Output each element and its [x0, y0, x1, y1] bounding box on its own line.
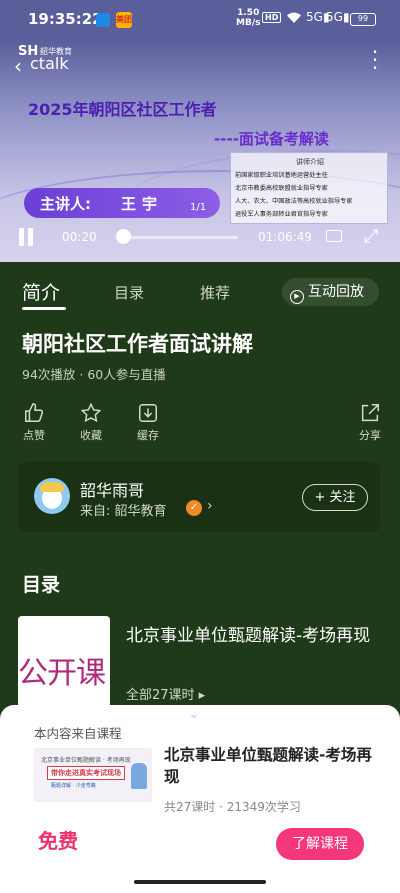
verified-badge-icon: ✓ — [186, 500, 202, 516]
cache-button[interactable]: 缓存 — [128, 402, 168, 443]
interactive-replay-button[interactable]: ▶ 互动回放 — [282, 278, 379, 306]
thumbnail-line: 带你走进真实考试现场 — [47, 766, 125, 780]
like-button[interactable]: 点赞 — [14, 402, 54, 443]
back-arrow-icon[interactable]: ‹ — [14, 54, 22, 78]
share-icon — [361, 404, 379, 422]
thumbnail-line: 北京事业单位甄题解读 · 考场再现 — [41, 757, 131, 764]
lecturer-intro-title: 讲师介绍 — [296, 158, 324, 166]
author-name[interactable]: 韶华雨哥 — [80, 477, 144, 501]
author-source[interactable]: 来自: 韶华教育 — [80, 500, 167, 519]
video-player[interactable]: SH 韶华教育 ‹ ctalk · · · 2025年朝阳区社区工作者 ----面试… — [0, 40, 400, 262]
progress-track[interactable] — [120, 236, 238, 239]
lecturer-intro-line: 北京市教委高校联盟就业指导专家 — [235, 185, 328, 192]
wifi-icon — [286, 12, 302, 28]
download-icon — [139, 404, 157, 422]
notification-app-icon — [96, 13, 110, 27]
home-indicator[interactable] — [134, 880, 266, 884]
video-duration: 01:06:49 — [258, 230, 312, 244]
follow-button[interactable]: + 关注 — [302, 484, 368, 511]
fullscreen-icon[interactable]: ⤢ — [364, 226, 378, 247]
course-title: 朝阳社区工作者面试讲解 — [22, 332, 253, 356]
learn-course-button[interactable]: 了解课程 — [276, 828, 364, 860]
avatar[interactable] — [34, 478, 70, 514]
favorite-button[interactable]: 收藏 — [71, 402, 111, 443]
hd-icon: HD — [262, 12, 282, 23]
more-menu-icon[interactable]: · · · — [368, 42, 382, 78]
video-slide-subtitle: ----面试备考解读 — [214, 130, 329, 148]
course-meta: 94次播放 · 60人参与直播 — [22, 367, 166, 382]
share-label: 分享 — [359, 429, 381, 442]
thumbs-up-icon — [25, 403, 44, 422]
price-label: 免费 — [38, 829, 78, 853]
catalog-thumbnail[interactable]: 公开课 — [18, 616, 110, 708]
lecturer-intro-box: 讲师介绍 前国家级职业培训基地运营处主任 北京市教委高校联盟就业指导专家 人大、… — [230, 152, 388, 224]
share-button[interactable]: 分享 — [350, 402, 390, 443]
meituan-app-icon: 美团 — [116, 12, 132, 28]
favorite-label: 收藏 — [80, 429, 102, 442]
like-label: 点赞 — [23, 429, 45, 442]
interactive-replay-label: 互动回放 — [308, 284, 364, 300]
slide-page-indicator: 1/1 — [190, 202, 207, 213]
tab-intro[interactable]: 简介 — [22, 278, 60, 305]
sheet-course-title[interactable]: 北京事业单位甄题解读-考场再现 — [164, 744, 380, 788]
sheet-source-label: 本内容来自课程 — [34, 726, 122, 741]
network-speed: 1.50 MB/s — [236, 8, 260, 28]
battery-icon: 99 — [350, 13, 376, 26]
catalog-heading: 目录 — [22, 574, 61, 596]
speaker-label: 主讲人: — [40, 195, 91, 213]
sheet-course-meta: 共27课时 · 21349次学习 — [164, 800, 301, 814]
cache-label: 缓存 — [137, 429, 159, 442]
network-speed-value: 1.50 — [237, 8, 260, 18]
network-speed-unit: MB/s — [236, 18, 261, 28]
sheet-course-thumbnail[interactable]: 北京事业单位甄题解读 · 考场再现 带你走进真实考试现场 甄题详解 · 少走弯路 — [34, 748, 152, 802]
chevron-right-icon[interactable]: › — [207, 498, 213, 514]
catalog-thumbnail-text: 公开课 — [18, 656, 106, 691]
chevron-down-icon[interactable]: ⌄ — [188, 706, 200, 722]
thumbnail-line: 甄题详解 · 少走弯路 — [51, 783, 96, 789]
signal-icon-2: 5G▮ — [326, 10, 350, 24]
lecturer-intro-line: 人大、农大、中国政法等高校就业指导专家 — [235, 198, 353, 205]
pause-icon — [19, 228, 24, 246]
catalog-lesson-count[interactable]: 全部27课时 ▸ — [126, 684, 205, 703]
play-circle-icon: ▶ — [290, 290, 304, 304]
ctalk-logo: ctalk — [30, 54, 69, 73]
speaker-name: 王宇 — [121, 195, 164, 213]
thumbnail-figure — [131, 763, 147, 789]
status-time: 19:35:22 — [28, 10, 103, 28]
pip-icon[interactable] — [326, 230, 342, 242]
catalog-course-title[interactable]: 北京事业单位甄题解读-考场再现 — [126, 624, 380, 649]
star-icon — [80, 402, 102, 423]
tab-active-indicator — [22, 307, 66, 310]
video-slide-title: 2025年朝阳区社区工作者 — [28, 100, 217, 119]
lecturer-intro-line: 前国家级职业培训基地运营处主任 — [235, 172, 328, 179]
progress-thumb[interactable] — [116, 229, 131, 244]
tab-recommend[interactable]: 推荐 — [200, 282, 230, 303]
tab-catalog[interactable]: 目录 — [114, 282, 144, 303]
status-bar: 19:35:22 美团 1.50 MB/s HD 5G▮ 5G▮ 99 — [0, 0, 400, 40]
pause-button[interactable] — [18, 228, 34, 246]
lecturer-intro-line: 退役军人事务部转业君官指导专家 — [235, 211, 328, 218]
current-time: 00:20 — [62, 230, 97, 244]
